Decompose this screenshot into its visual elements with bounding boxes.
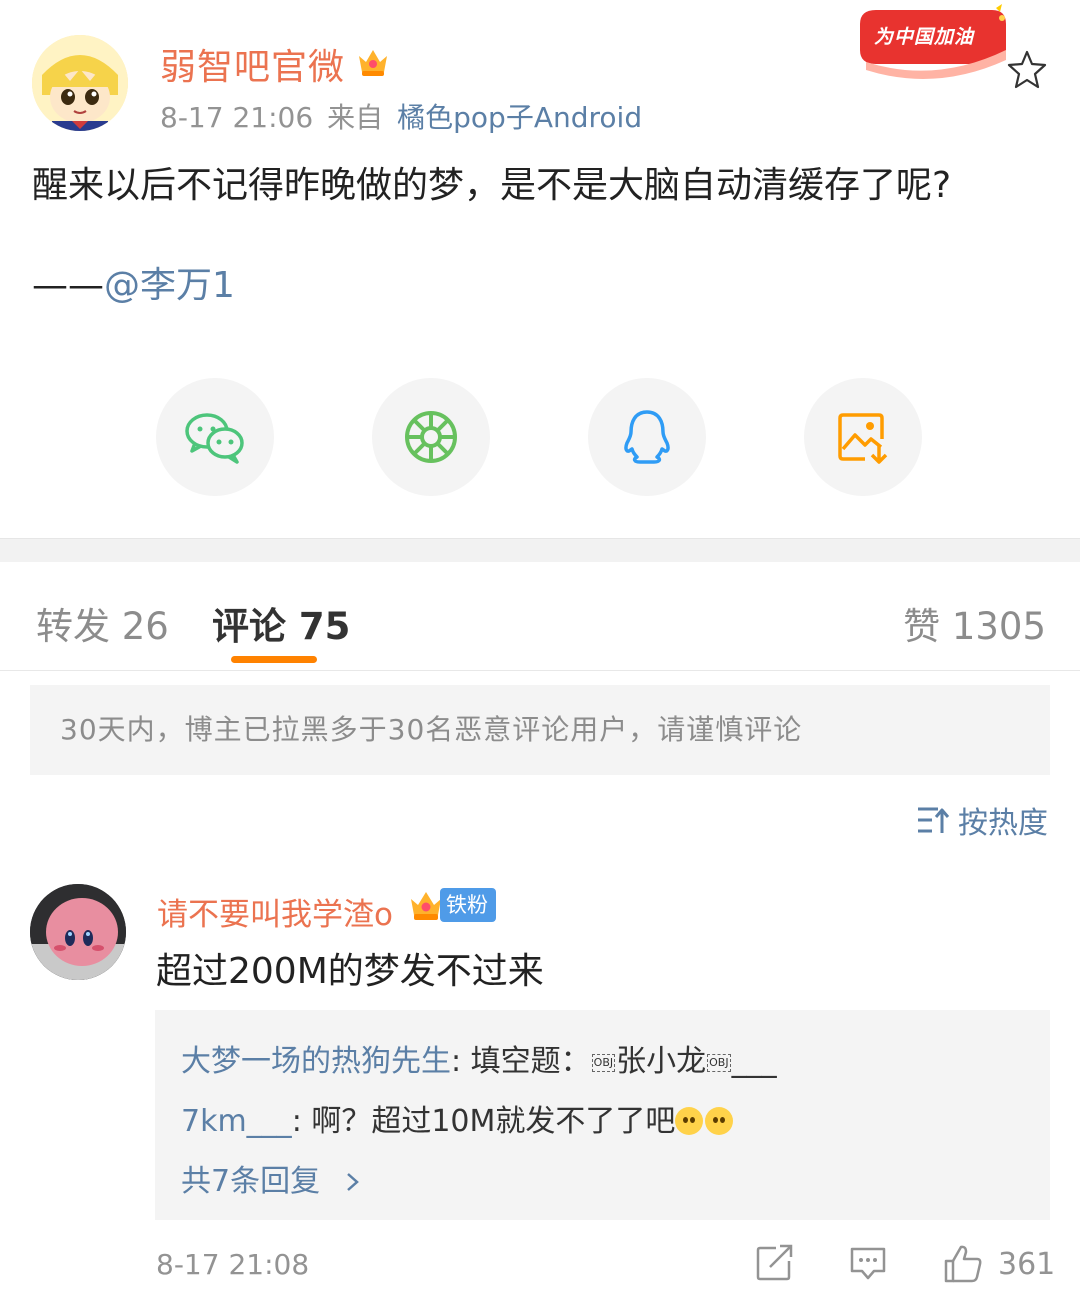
reply-text-link[interactable]: 7km___ [181,1104,292,1139]
avatar-image [32,35,128,131]
comment-like-count: 361 [998,1247,1056,1282]
tab-comment[interactable]: 评论 75 [212,596,350,650]
post-mention: ——@李万1 [32,263,235,309]
star-icon[interactable] [1006,48,1048,90]
tab-active-indicator [231,656,317,663]
qq-icon [624,410,670,464]
reply-text-part1: : 填空题： [451,1044,591,1079]
save-image-icon [838,413,888,464]
more-replies-label: 共7条回复 [181,1164,321,1199]
chevron-right-icon [346,1173,359,1191]
promo-text: 为中国加油 [874,26,975,48]
post-source[interactable]: 橘色pop子Android [397,101,642,134]
commenter-avatar-image [30,884,126,980]
promo-badge[interactable]: 为中国加油 [856,4,1014,84]
reply-text-rest: : 啊？超过10M就发不了了吧 [291,1104,676,1139]
save-image-button[interactable] [804,378,922,496]
reply-text-part2: 张小龙 [616,1044,707,1079]
crown-vip-icon [359,50,387,76]
post-text: 醒来以后不记得昨晚做的梦，是不是大脑自动清缓存了呢? [32,165,952,206]
post-meta: 8-17 21:06 来自 橘色pop子Android [160,96,656,136]
obj-placeholder-icon: OBJ [707,1053,731,1072]
reply-comment-icon[interactable] [848,1243,888,1283]
reply-author[interactable]: 大梦一场的热狗先生 [181,1044,451,1079]
tab-like[interactable]: 赞 1305 [903,596,1046,650]
post-time: 8-17 21:06 [160,101,314,134]
like-thumb-icon[interactable] [942,1243,984,1285]
shy-face-emoji-icon [705,1107,734,1135]
mention-prefix: —— [32,265,104,306]
share-wechat-button[interactable] [156,378,274,496]
sort-label: 按热度 [958,806,1048,841]
commenter-avatar[interactable] [30,884,126,980]
comment-text: 超过200M的梦发不过来 [156,951,544,992]
tab-divider [0,670,1080,671]
mention-link[interactable]: @李万1 [104,265,235,306]
sort-icon [918,807,950,833]
fan-badge: 铁粉 [440,888,496,922]
reply-line: 7km___: 啊？超过10M就发不了了吧 [181,1096,735,1140]
author-name[interactable]: 弱智吧官微 [160,38,345,90]
post-header: 弱智吧官微 8-17 21:06 来自 橘色pop子Android 为中国加油 [0,0,1080,140]
share-comment-icon[interactable] [754,1243,794,1283]
comment-notice: 30天内，博主已拉黑多于30名恶意评论用户，请谨慎评论 [30,685,1050,775]
reply-text-part3: ___ [731,1044,777,1079]
wechat-icon [185,413,244,464]
commenter-name[interactable]: 请不要叫我学渣o [157,889,393,934]
comment-time: 8-17 21:08 [156,1248,310,1281]
obj-placeholder-icon: OBJ [591,1053,616,1072]
shy-face-emoji-icon [675,1107,704,1135]
tab-repost[interactable]: 转发 26 [36,596,169,650]
moments-icon [405,411,457,463]
share-moments-button[interactable] [372,378,490,496]
more-replies-link[interactable]: 共7条回复 [181,1156,362,1200]
reply-line: 大梦一场的热狗先生: 填空题： OBJ 张小龙 OBJ ___ [181,1036,777,1080]
author-avatar[interactable] [32,35,128,131]
section-separator [0,538,1080,562]
sort-button[interactable]: 按热度 [916,798,1048,842]
reply-box[interactable]: 大梦一场的热狗先生: 填空题： OBJ 张小龙 OBJ ___ 7km___: 啊？超过… [155,1010,1050,1220]
share-qq-button[interactable] [588,378,706,496]
source-prefix: 来自 [327,101,384,134]
